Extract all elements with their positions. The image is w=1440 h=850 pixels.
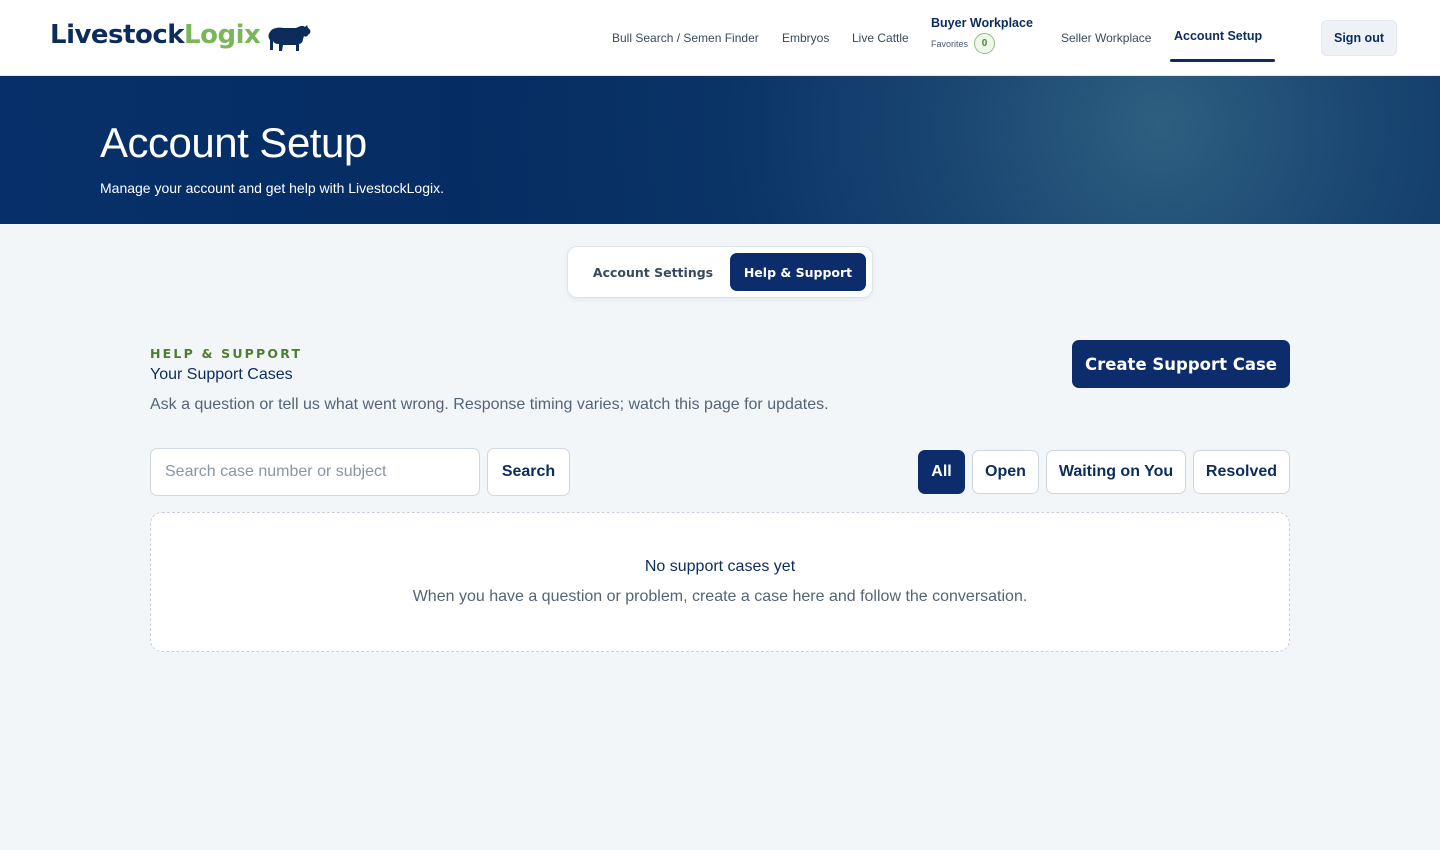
livestocklogix-logo[interactable]: LivestockLogix	[50, 20, 261, 50]
section-eyebrow: HELP & SUPPORT	[150, 346, 303, 361]
tab-help-support[interactable]: Help & Support	[730, 253, 866, 291]
filter-open[interactable]: Open	[972, 450, 1039, 494]
bull-icon	[268, 25, 311, 51]
empty-state-title: No support cases yet	[644, 558, 796, 575]
top-navigation-bar: LivestockLogix Bull Search / Semen Finde…	[0, 0, 1440, 76]
buyer-workplace-label: Buyer Workplace	[931, 16, 1033, 30]
nav-account-setup[interactable]: Account Setup	[1174, 29, 1262, 43]
account-tabs: Account Settings Help & Support	[567, 246, 873, 298]
active-nav-indicator	[1170, 59, 1275, 62]
filter-resolved[interactable]: Resolved	[1193, 450, 1290, 494]
favorites-label: Favorites	[931, 38, 969, 49]
empty-state-panel: No support cases yet When you have a que…	[150, 512, 1290, 652]
sign-out-button[interactable]: Sign out	[1321, 20, 1397, 56]
nav-live-cattle[interactable]: Live Cattle	[852, 31, 909, 45]
nav-seller-workplace[interactable]: Seller Workplace	[1061, 31, 1151, 45]
filter-waiting-on-you[interactable]: Waiting on You	[1046, 450, 1186, 494]
empty-state-description: When you have a question or problem, cre…	[412, 588, 1028, 605]
favorites-row[interactable]: Favorites 0	[931, 33, 1033, 54]
nav-buyer-workplace[interactable]: Buyer Workplace Favorites 0	[931, 16, 1033, 54]
search-button[interactable]: Search	[487, 448, 570, 496]
page-title: Account Setup	[100, 119, 367, 166]
section-title: Your Support Cases	[150, 366, 293, 383]
page-subtitle: Manage your account and get help with Li…	[100, 180, 444, 196]
create-support-case-button[interactable]: Create Support Case	[1072, 340, 1290, 388]
nav-embryos[interactable]: Embryos	[782, 31, 829, 45]
favorites-count-badge: 0	[974, 33, 996, 54]
section-description: Ask a question or tell us what went wron…	[150, 396, 829, 413]
case-search-input[interactable]	[150, 448, 480, 496]
nav-bull-search[interactable]: Bull Search / Semen Finder	[612, 31, 759, 45]
page-hero: Account Setup Manage your account and ge…	[0, 76, 1440, 224]
filter-all[interactable]: All	[918, 450, 965, 494]
tab-account-settings[interactable]: Account Settings	[578, 253, 728, 291]
